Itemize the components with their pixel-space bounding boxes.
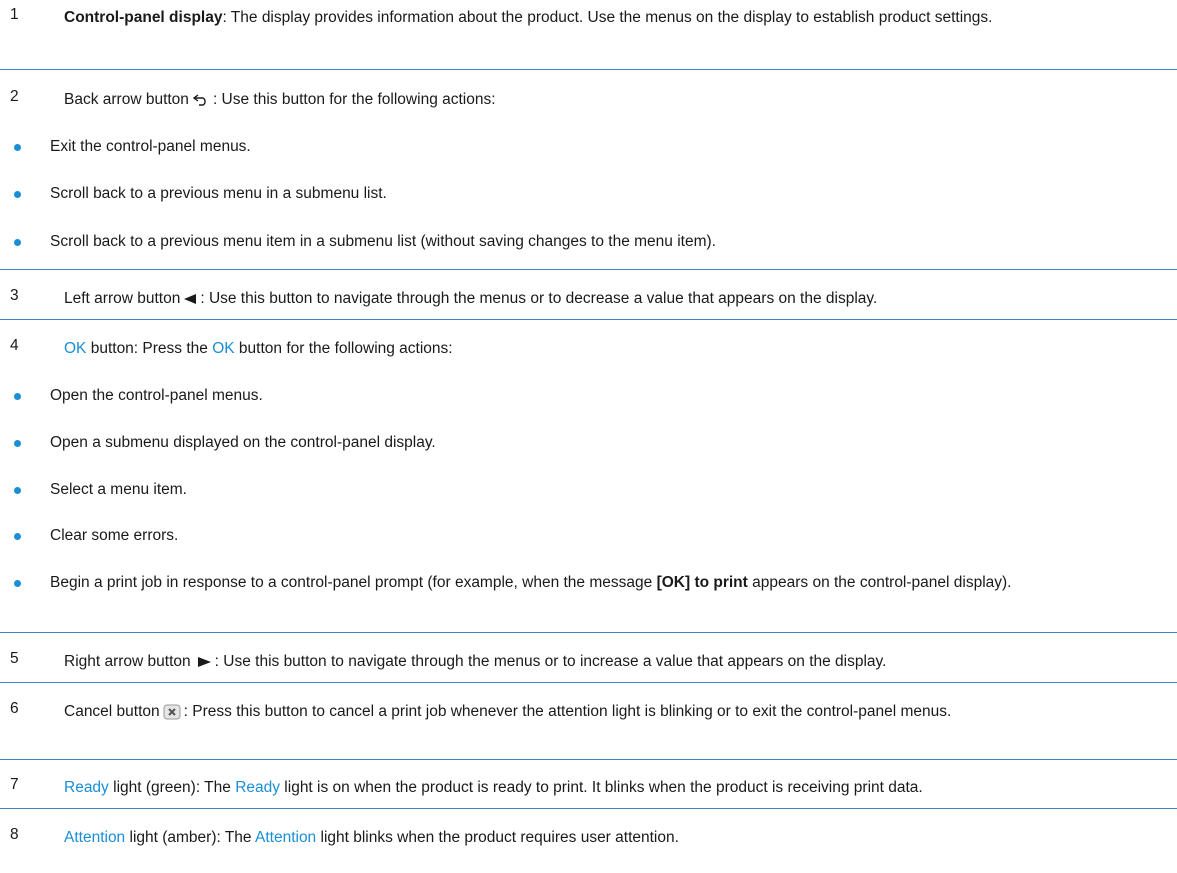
bullet-icon [14,440,21,447]
bullet-icon [14,580,21,587]
bullet-text: Clear some errors. [50,527,179,544]
divider [0,269,1177,270]
item-number: 7 [10,776,19,793]
ok-keyword: OK [64,340,87,357]
list-item: Clear some errors. [14,524,1167,548]
term: light (green): The [108,779,236,796]
list-item: Open the control-panel menus. [14,384,1167,408]
item-text: Ready light (green): The Ready light is … [64,776,1169,800]
item-number: 1 [10,6,19,23]
bullet-icon [14,393,21,400]
item-text: Attention light (amber): The Attention l… [64,826,1169,850]
left-arrow-icon [184,293,197,304]
bullet-text: Select a menu item. [50,481,187,498]
back-arrow-icon [192,94,206,106]
item-number: 2 [10,88,19,105]
term: Left arrow button [64,290,181,307]
description: : Use this button to navigate through th… [214,653,887,670]
term: light (amber): The [125,829,255,846]
item-number: 3 [10,287,19,304]
description: light is on when the product is ready to… [280,779,923,796]
list-item: Exit the control-panel menus. [14,135,1167,159]
item-number: 6 [10,700,19,717]
list-item: Select a menu item. [14,478,1167,502]
item-number: 8 [10,826,19,843]
bullet-text: Open the control-panel menus. [50,387,263,404]
item-text: Control-panel display: The display provi… [64,6,1169,30]
ok-keyword: OK [212,340,235,357]
right-arrow-icon [197,656,211,667]
item-text: Cancel button : Press this button to canc… [64,700,1169,724]
divider [0,682,1177,683]
item-number: 5 [10,650,19,667]
term: button: Press the [86,340,213,357]
divider [0,632,1177,633]
bullet-text: appears on the control-panel display). [747,574,1012,591]
item-text: OK button: Press the OK button for the f… [64,337,1169,361]
item-text: Left arrow button : Use this button to na… [64,287,1169,311]
list-item: Scroll back to a previous menu item in a… [14,230,1167,254]
cancel-icon [163,704,181,720]
item-number: 4 [10,337,19,354]
bullet-text: Scroll back to a previous menu item in a… [50,233,716,250]
bullet-icon [14,239,21,246]
bullet-icon [14,191,21,198]
bullet-text: Begin a print job in response to a contr… [50,574,657,591]
term: Right arrow button [64,653,191,670]
description: : Use this button to navigate through th… [200,290,878,307]
document-page: 1 Control-panel display: The display pro… [0,0,1177,873]
description: light blinks when the product requires u… [316,829,679,846]
bullet-text: Open a submenu displayed on the control-… [50,434,436,451]
description: : Press this button to cancel a print jo… [183,703,952,720]
list-item: Open a submenu displayed on the control-… [14,431,1167,455]
prompt-message: [OK] to print [656,574,748,591]
attention-keyword: Attention [64,829,126,846]
attention-keyword: Attention [255,829,317,846]
bullet-text: Scroll back to a previous menu in a subm… [50,185,387,202]
divider [0,808,1177,809]
divider [0,759,1177,760]
bullet-icon [14,487,21,494]
term: Cancel button [64,703,160,720]
list-item: Scroll back to a previous menu in a subm… [14,182,1167,206]
ready-keyword: Ready [235,779,280,796]
term: Control-panel display [64,9,223,26]
list-item: Begin a print job in response to a contr… [14,571,1167,595]
divider [0,69,1177,70]
description: : The display provides information about… [222,9,993,26]
description: button for the following actions: [234,340,453,357]
ready-keyword: Ready [64,779,109,796]
bullet-icon [14,533,21,540]
divider [0,319,1177,320]
term: Back arrow button [64,91,189,108]
item-text: Right arrow button : Use this button to n… [64,650,1169,674]
item-text: Back arrow button : Use this button for t… [64,88,1169,112]
description: : Use this button for the following acti… [212,91,496,108]
bullet-text: Exit the control-panel menus. [50,138,251,155]
bullet-icon [14,144,21,151]
